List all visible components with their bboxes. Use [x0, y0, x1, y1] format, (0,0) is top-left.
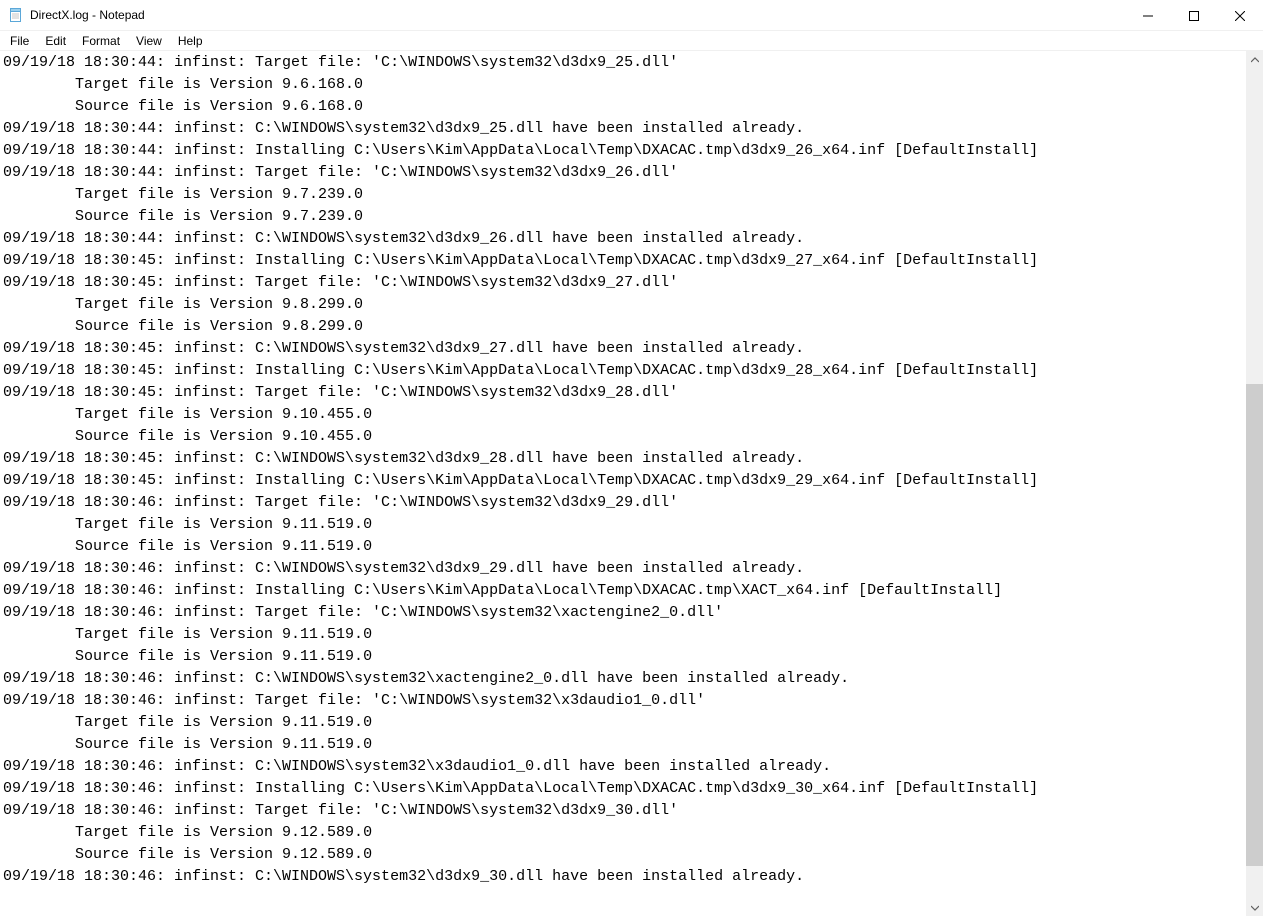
- menu-file[interactable]: File: [2, 32, 37, 50]
- scroll-track[interactable]: [1246, 68, 1263, 899]
- vertical-scrollbar[interactable]: [1246, 51, 1263, 916]
- content-area: 09/19/18 18:30:44: infinst: Target file:…: [0, 51, 1263, 916]
- titlebar[interactable]: DirectX.log - Notepad: [0, 0, 1263, 31]
- maximize-button[interactable]: [1171, 0, 1217, 31]
- scroll-up-button[interactable]: [1246, 51, 1263, 68]
- menu-edit[interactable]: Edit: [37, 32, 74, 50]
- scroll-down-button[interactable]: [1246, 899, 1263, 916]
- minimize-button[interactable]: [1125, 0, 1171, 31]
- window-title: DirectX.log - Notepad: [30, 8, 145, 22]
- close-button[interactable]: [1217, 0, 1263, 31]
- notepad-icon: [8, 7, 24, 23]
- menubar: File Edit Format View Help: [0, 31, 1263, 51]
- window-controls: [1125, 0, 1263, 30]
- scroll-thumb[interactable]: [1246, 384, 1263, 866]
- menu-format[interactable]: Format: [74, 32, 128, 50]
- text-area[interactable]: 09/19/18 18:30:44: infinst: Target file:…: [0, 51, 1246, 916]
- menu-help[interactable]: Help: [170, 32, 211, 50]
- titlebar-left: DirectX.log - Notepad: [8, 7, 145, 23]
- menu-view[interactable]: View: [128, 32, 170, 50]
